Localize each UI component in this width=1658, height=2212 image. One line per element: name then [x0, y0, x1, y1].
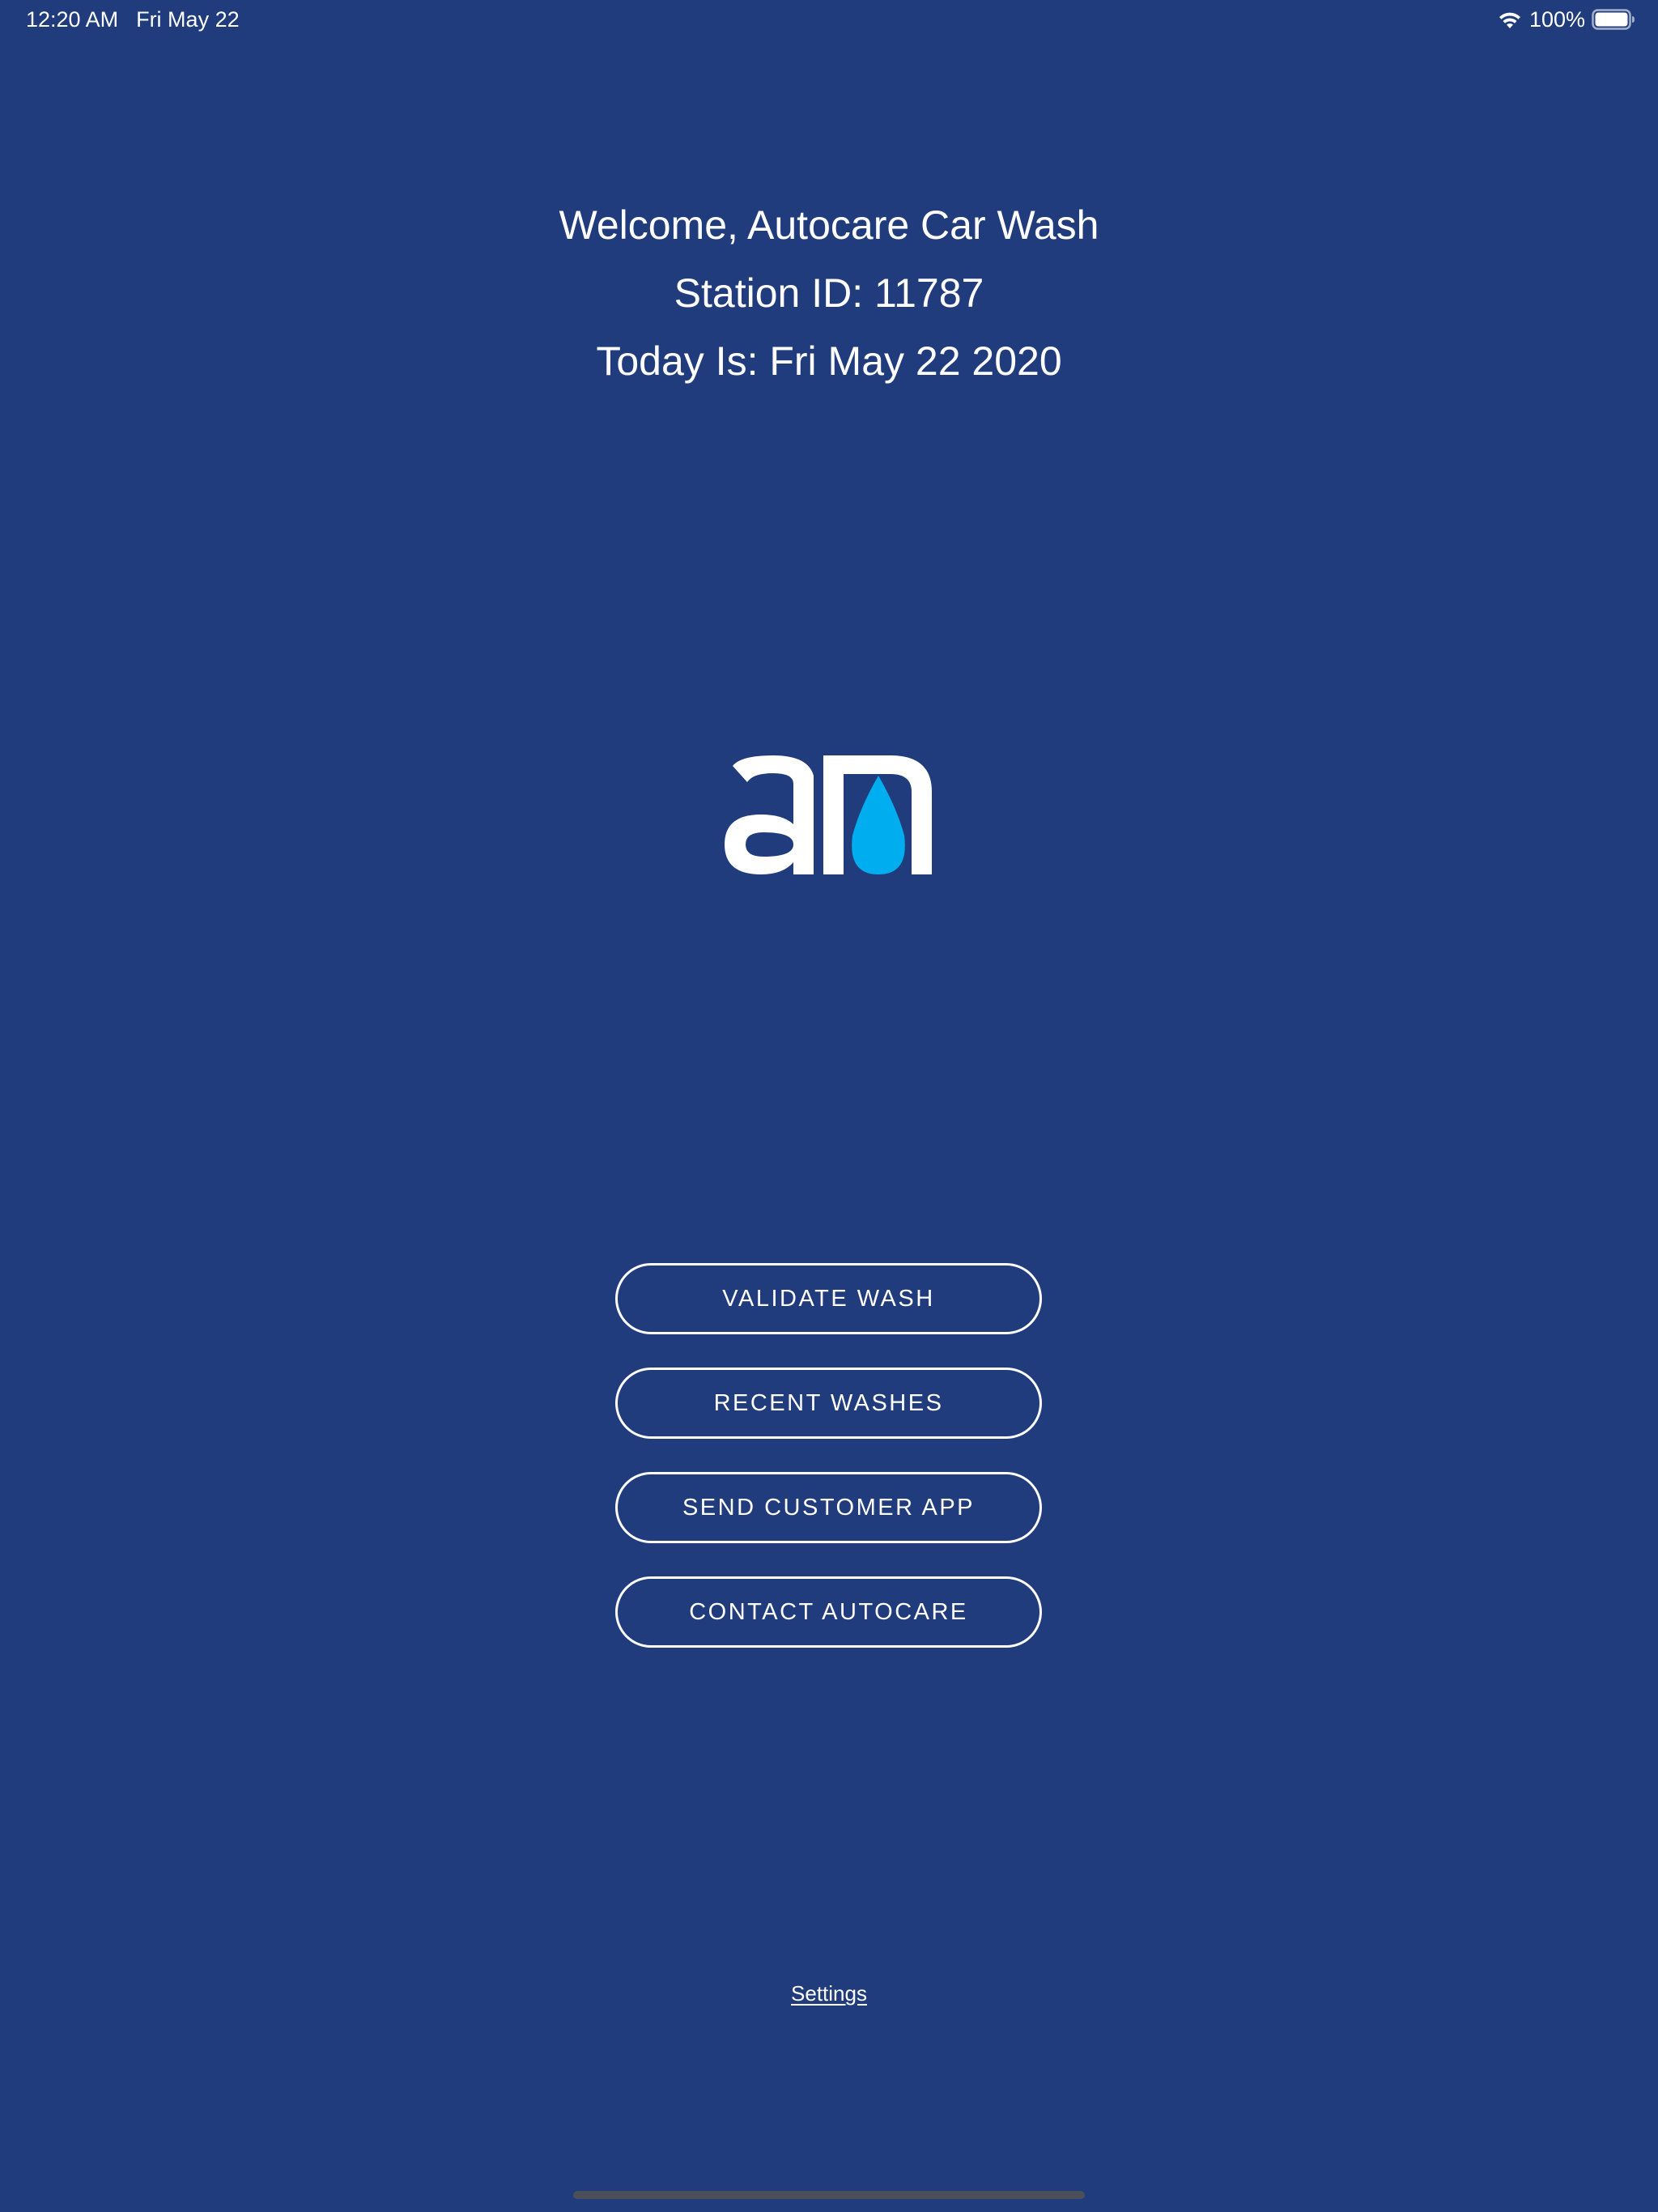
- logo-letter-a: [725, 755, 814, 874]
- today-date: Today Is: Fri May 22 2020: [596, 338, 1062, 384]
- status-date: Fri May 22: [136, 7, 240, 32]
- home-indicator[interactable]: [573, 2191, 1085, 2199]
- battery-percent: 100%: [1528, 7, 1585, 32]
- station-id: Station ID: 11787: [674, 270, 984, 316]
- send-customer-app-button[interactable]: SEND CUSTOMER APP: [615, 1472, 1042, 1543]
- settings-link[interactable]: Settings: [791, 1981, 867, 2006]
- status-time: 12:20 AM: [26, 7, 119, 32]
- status-time-date: 12:20 AM Fri May 22: [26, 6, 240, 32]
- validate-wash-button[interactable]: VALIDATE WASH: [615, 1263, 1042, 1334]
- water-drop-icon: [852, 776, 905, 874]
- main-menu: VALIDATE WASH RECENT WASHES SEND CUSTOME…: [615, 1263, 1042, 1681]
- battery-full-icon: [1592, 9, 1635, 30]
- settings-link-container: Settings: [0, 1979, 1658, 2008]
- status-bar: 12:20 AM Fri May 22 100%: [0, 0, 1658, 40]
- status-indicators: 100%: [1497, 6, 1635, 32]
- welcome-block: Welcome, Autocare Car Wash Station ID: 1…: [0, 191, 1658, 395]
- recent-washes-button[interactable]: RECENT WASHES: [615, 1368, 1042, 1439]
- contact-autocare-button[interactable]: CONTACT AUTOCARE: [615, 1576, 1042, 1648]
- wifi-icon: [1499, 12, 1520, 28]
- welcome-greeting: Welcome, Autocare Car Wash: [559, 202, 1099, 248]
- autocare-logo: [725, 755, 932, 874]
